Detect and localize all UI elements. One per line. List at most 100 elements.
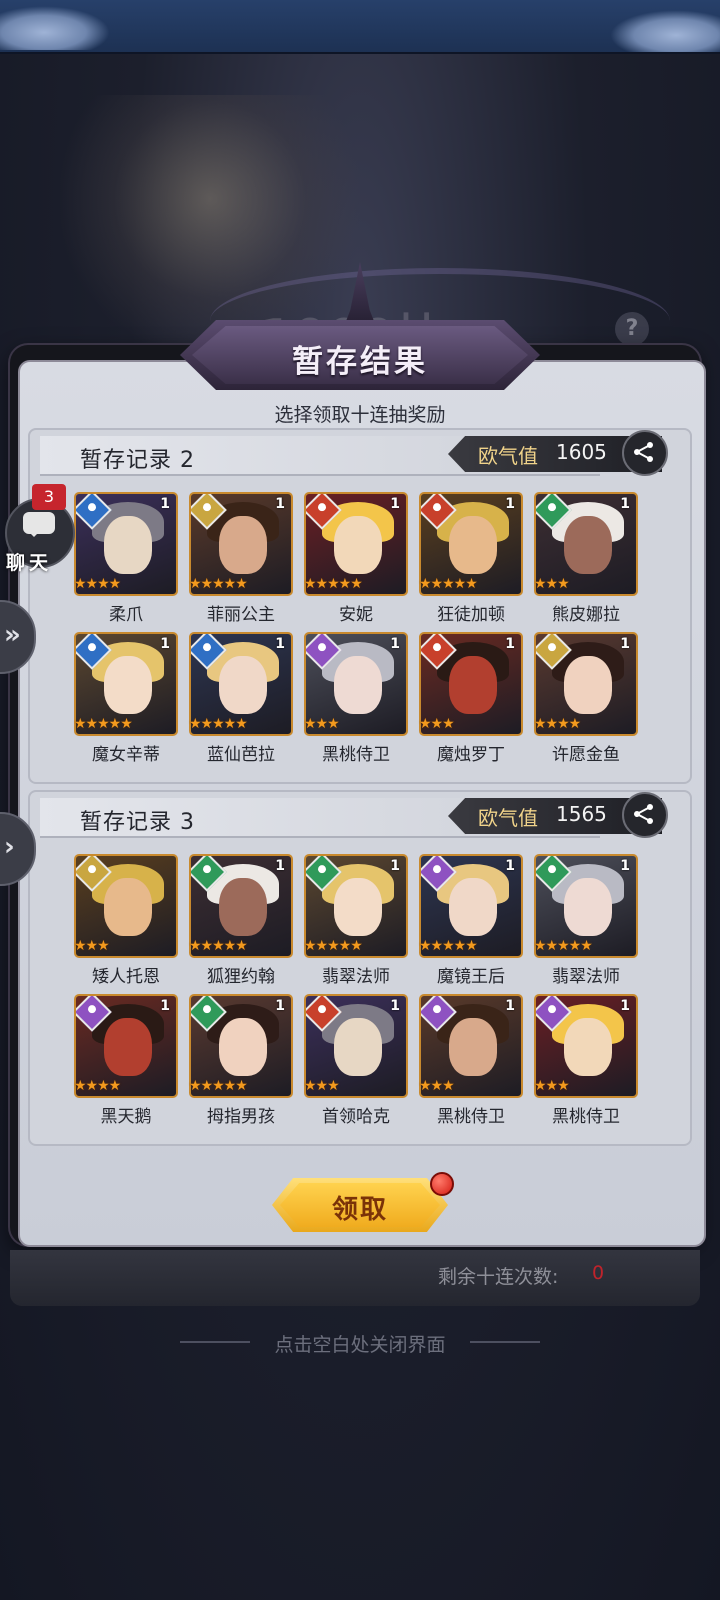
hero-card[interactable]: 1 ★★★★★ 菲丽公主 bbox=[189, 492, 293, 634]
star-rating: ★★★★ bbox=[74, 576, 121, 592]
hero-count: 1 bbox=[505, 998, 515, 1014]
hero-card[interactable]: 1 ★★★ 黑桃侍卫 bbox=[419, 994, 523, 1136]
portrait-face bbox=[219, 878, 267, 936]
hero-card[interactable]: 1 ★★★★★ 翡翠法师 bbox=[304, 854, 408, 996]
hero-name: 狐狸约翰 bbox=[207, 967, 275, 987]
hero-card[interactable]: 1 ★★★★★ 狐狸约翰 bbox=[189, 854, 293, 996]
double-chevron-right-icon: » bbox=[4, 620, 21, 650]
portrait-face bbox=[334, 1018, 382, 1076]
record-panel: 暂存记录 3 欧气值 1565 ★★★ 矮人托恩 1 ★★★★★ 狐狸约翰 1 ★★★★★ 翡… bbox=[28, 790, 692, 1146]
hero-count: 1 bbox=[160, 636, 170, 652]
hero-count: 1 bbox=[620, 636, 630, 652]
portrait-face bbox=[449, 878, 497, 936]
star-rating: ★★★★ bbox=[534, 716, 581, 732]
close-hint[interactable]: 点击空白处关闭界面 bbox=[0, 1330, 720, 1357]
portrait-face bbox=[104, 516, 152, 574]
hero-card[interactable]: 1 ★★★★★ 魔女辛蒂 bbox=[74, 632, 178, 774]
hero-card[interactable]: 1 ★★★ 熊皮娜拉 bbox=[534, 492, 638, 634]
chat-label: 聊天 bbox=[6, 552, 53, 574]
hero-count: 1 bbox=[275, 858, 285, 874]
star-rating: ★★★ bbox=[534, 576, 570, 592]
hero-count: 1 bbox=[505, 636, 515, 652]
portrait-face bbox=[564, 878, 612, 936]
cloud-decoration bbox=[610, 10, 720, 52]
hero-name: 安妮 bbox=[339, 605, 373, 625]
star-rating: ★★★ bbox=[534, 1078, 570, 1094]
share-icon bbox=[634, 804, 653, 824]
hero-count: 1 bbox=[275, 496, 285, 512]
hero-count: 1 bbox=[620, 998, 630, 1014]
portrait-face bbox=[104, 878, 152, 936]
hero-name: 矮人托恩 bbox=[92, 967, 160, 987]
hero-name: 拇指男孩 bbox=[207, 1107, 275, 1127]
notification-dot bbox=[430, 1172, 454, 1196]
chevron-right-icon: › bbox=[4, 832, 15, 862]
star-rating: ★★★★★ bbox=[419, 576, 478, 592]
hero-card[interactable]: 1 ★★★★ 许愿金鱼 bbox=[534, 632, 638, 774]
portrait-face bbox=[564, 656, 612, 714]
portrait-face bbox=[334, 656, 382, 714]
hero-name: 魔镜王后 bbox=[437, 967, 505, 987]
hero-card[interactable]: 1 ★★★★★ 拇指男孩 bbox=[189, 994, 293, 1136]
top-bar bbox=[0, 0, 720, 54]
hero-card[interactable]: 1 ★★★ 黑桃侍卫 bbox=[534, 994, 638, 1136]
star-rating: ★★★ bbox=[74, 938, 110, 954]
hero-card[interactable]: 1 ★★★★★ 蓝仙芭拉 bbox=[189, 632, 293, 774]
remaining-label: 剩余十连次数: bbox=[438, 1266, 559, 1288]
hero-name: 翡翠法师 bbox=[322, 967, 390, 987]
star-rating: ★★★★★ bbox=[304, 938, 363, 954]
hero-card[interactable]: 1 ★★★★★ 狂徒加顿 bbox=[419, 492, 523, 634]
record-title: 暂存记录 2 bbox=[80, 448, 195, 473]
dialog-title: 暂存结果 bbox=[292, 344, 428, 380]
portrait-face bbox=[219, 1018, 267, 1076]
portrait-face bbox=[334, 878, 382, 936]
star-rating: ★★★ bbox=[419, 1078, 455, 1094]
help-icon[interactable]: ? bbox=[615, 312, 649, 346]
hero-name: 狂徒加顿 bbox=[437, 605, 505, 625]
portrait-face bbox=[219, 516, 267, 574]
hero-name: 首领哈克 bbox=[322, 1107, 390, 1127]
hero-count: 1 bbox=[390, 998, 400, 1014]
star-rating: ★★★★★ bbox=[304, 576, 363, 592]
portrait-face bbox=[104, 1018, 152, 1076]
luck-value: 1565 bbox=[556, 802, 607, 826]
claim-button[interactable]: 领取 bbox=[272, 1178, 448, 1232]
star-rating: ★★★★★ bbox=[189, 938, 248, 954]
record-title: 暂存记录 3 bbox=[80, 810, 195, 835]
hero-name: 许愿金鱼 bbox=[552, 745, 620, 765]
hero-card[interactable]: 1 ★★★★ 柔爪 bbox=[74, 492, 178, 634]
hero-card[interactable]: 1 ★★★★★ 翡翠法师 bbox=[534, 854, 638, 996]
hero-card[interactable]: 1 ★★★ 魔烛罗丁 bbox=[419, 632, 523, 774]
star-rating: ★★★★★ bbox=[189, 716, 248, 732]
share-button[interactable] bbox=[622, 792, 668, 838]
chat-icon bbox=[23, 512, 55, 537]
hero-name: 黑桃侍卫 bbox=[552, 1107, 620, 1127]
hero-count: 1 bbox=[390, 858, 400, 874]
hero-card[interactable]: 1 ★★★★★ 安妮 bbox=[304, 492, 408, 634]
hero-card[interactable]: 1 ★★★★★ 魔镜王后 bbox=[419, 854, 523, 996]
hero-card[interactable]: ★★★ 矮人托恩 bbox=[74, 854, 178, 996]
claim-button-label: 领取 bbox=[331, 1195, 388, 1225]
star-rating: ★★★ bbox=[419, 716, 455, 732]
share-icon bbox=[634, 442, 653, 462]
cloud-decoration bbox=[0, 6, 110, 50]
portrait-face bbox=[219, 656, 267, 714]
portrait-face bbox=[334, 516, 382, 574]
hero-count: 1 bbox=[620, 858, 630, 874]
hero-name: 魔烛罗丁 bbox=[437, 745, 505, 765]
hero-card[interactable]: 1 ★★★★ 黑天鹅 bbox=[74, 994, 178, 1136]
hero-count: 1 bbox=[160, 496, 170, 512]
hero-count: 1 bbox=[275, 998, 285, 1014]
chat-badge: 3 bbox=[32, 484, 66, 510]
portrait-face bbox=[104, 656, 152, 714]
remaining-value: 0 bbox=[592, 1262, 605, 1284]
share-button[interactable] bbox=[622, 430, 668, 476]
star-rating: ★★★ bbox=[304, 716, 340, 732]
star-rating: ★★★★★ bbox=[419, 938, 478, 954]
hero-card[interactable]: 1 ★★★ 黑桃侍卫 bbox=[304, 632, 408, 774]
hero-card[interactable]: 1 ★★★ 首领哈克 bbox=[304, 994, 408, 1136]
portrait-face bbox=[449, 1018, 497, 1076]
hero-count: 1 bbox=[160, 998, 170, 1014]
hero-name: 黑桃侍卫 bbox=[322, 745, 390, 765]
hero-name: 蓝仙芭拉 bbox=[207, 745, 275, 765]
